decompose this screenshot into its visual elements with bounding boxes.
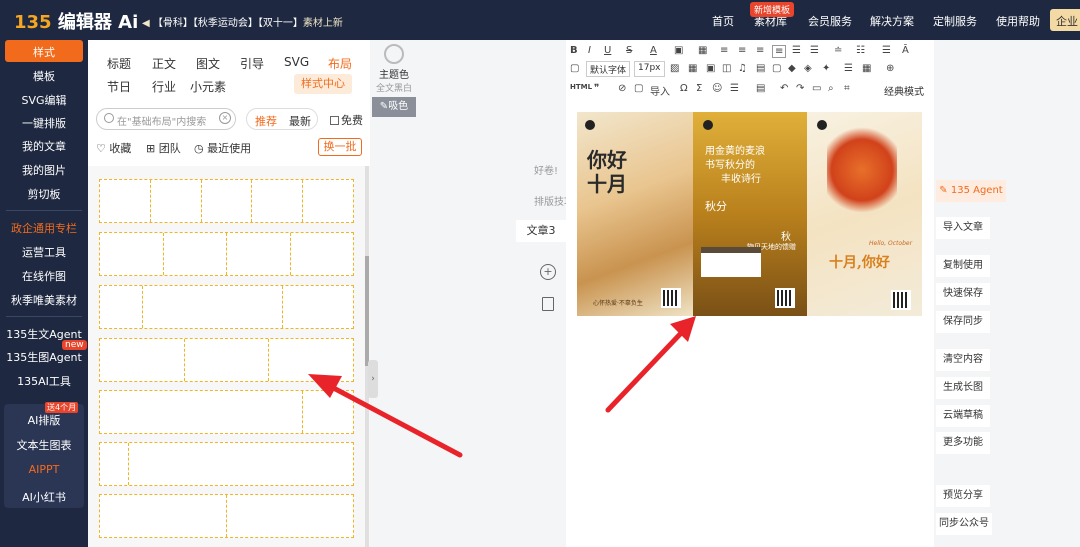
annotation-arrows: [308, 316, 696, 458]
arrow-right: [605, 316, 696, 413]
arrow-left: [308, 374, 463, 458]
